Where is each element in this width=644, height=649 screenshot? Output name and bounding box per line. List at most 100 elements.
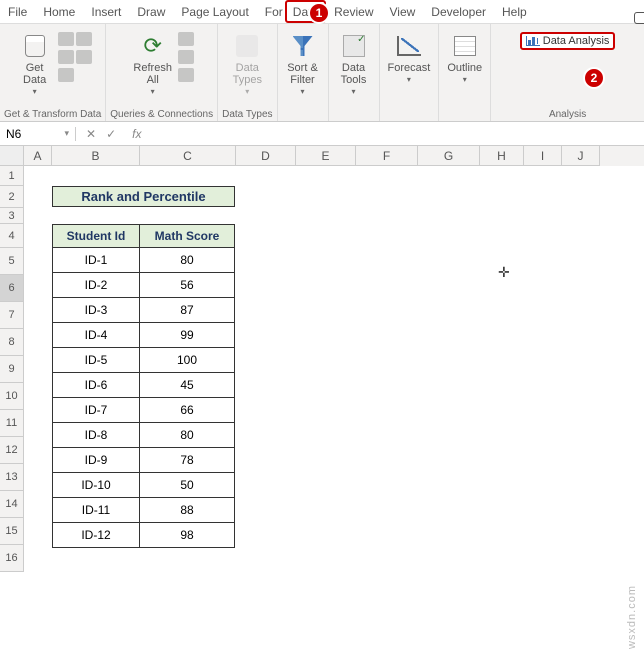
table-row[interactable]: ID-880 <box>53 423 235 448</box>
row-header-16[interactable]: 16 <box>0 545 24 572</box>
cell[interactable]: ID-6 <box>53 373 140 398</box>
cell[interactable]: ID-5 <box>53 348 140 373</box>
cell[interactable]: ID-8 <box>53 423 140 448</box>
queries-icon[interactable] <box>178 32 194 46</box>
from-web-icon[interactable] <box>58 50 74 64</box>
cell[interactable]: 80 <box>140 248 235 273</box>
table-row[interactable]: ID-1188 <box>53 498 235 523</box>
table-row[interactable]: ID-978 <box>53 448 235 473</box>
cell[interactable]: 100 <box>140 348 235 373</box>
table-row[interactable]: ID-645 <box>53 373 235 398</box>
title-cell[interactable]: Rank and Percentile <box>52 186 235 207</box>
cell[interactable]: 98 <box>140 523 235 548</box>
col-header-B[interactable]: B <box>52 146 140 166</box>
tab-page-layout[interactable]: Page Layout <box>173 0 256 23</box>
tab-draw[interactable]: Draw <box>129 0 173 23</box>
row-header-4[interactable]: 4 <box>0 224 24 248</box>
table-row[interactable]: ID-256 <box>53 273 235 298</box>
row-header-5[interactable]: 5 <box>0 248 24 275</box>
table-row[interactable]: ID-499 <box>53 323 235 348</box>
row-header-6[interactable]: 6 <box>0 275 24 302</box>
data-types-button[interactable]: Data Types ▾ <box>226 30 268 98</box>
get-data-button[interactable]: Get Data ▾ <box>14 30 56 98</box>
table-row[interactable]: ID-180 <box>53 248 235 273</box>
outline-button[interactable]: Outline ▾ <box>443 30 486 86</box>
row-header-15[interactable]: 15 <box>0 518 24 545</box>
fx-icon[interactable]: fx <box>126 127 141 141</box>
tab-for[interactable]: For <box>257 0 285 23</box>
cell[interactable]: ID-7 <box>53 398 140 423</box>
row-header-13[interactable]: 13 <box>0 464 24 491</box>
sort-filter-button[interactable]: Sort & Filter ▾ <box>282 30 324 98</box>
col-header-J[interactable]: J <box>562 146 600 166</box>
tab-view[interactable]: View <box>382 0 424 23</box>
table-row[interactable]: ID-387 <box>53 298 235 323</box>
name-box[interactable]: N6▾ <box>0 127 76 141</box>
edit-links-icon[interactable] <box>178 68 194 82</box>
table-header[interactable]: Student Id <box>53 225 140 248</box>
data-analysis-button[interactable]: Data Analysis <box>520 32 616 50</box>
enter-icon[interactable]: ✓ <box>106 127 116 141</box>
cell[interactable]: 80 <box>140 423 235 448</box>
callout-badge-1: 1 <box>308 2 330 24</box>
cell[interactable]: 45 <box>140 373 235 398</box>
from-table-icon[interactable] <box>58 68 74 82</box>
table-header[interactable]: Math Score <box>140 225 235 248</box>
cell[interactable]: ID-9 <box>53 448 140 473</box>
cell[interactable]: 88 <box>140 498 235 523</box>
col-header-E[interactable]: E <box>296 146 356 166</box>
recent-sources-icon[interactable] <box>76 32 92 46</box>
table-row[interactable]: ID-766 <box>53 398 235 423</box>
col-header-G[interactable]: G <box>418 146 480 166</box>
cell[interactable]: ID-4 <box>53 323 140 348</box>
col-header-D[interactable]: D <box>236 146 296 166</box>
row-header-12[interactable]: 12 <box>0 437 24 464</box>
cell[interactable]: 99 <box>140 323 235 348</box>
from-text-icon[interactable] <box>58 32 74 46</box>
tab-help[interactable]: Help <box>494 0 535 23</box>
table-row[interactable]: ID-1298 <box>53 523 235 548</box>
cell[interactable]: ID-2 <box>53 273 140 298</box>
col-header-C[interactable]: C <box>140 146 236 166</box>
cell[interactable]: 66 <box>140 398 235 423</box>
row-header-10[interactable]: 10 <box>0 383 24 410</box>
row-header-11[interactable]: 11 <box>0 410 24 437</box>
properties-icon[interactable] <box>178 50 194 64</box>
data-table[interactable]: Student IdMath ScoreID-180ID-256ID-387ID… <box>52 224 235 548</box>
cell[interactable]: ID-1 <box>53 248 140 273</box>
cell[interactable]: ID-11 <box>53 498 140 523</box>
cell[interactable]: 56 <box>140 273 235 298</box>
cell[interactable]: ID-10 <box>53 473 140 498</box>
tab-home[interactable]: Home <box>35 0 83 23</box>
data-tools-button[interactable]: Data Tools ▾ <box>333 30 375 98</box>
cells-area[interactable]: Rank and Percentile Student IdMath Score… <box>24 166 644 572</box>
existing-conn-icon[interactable] <box>76 50 92 64</box>
tab-file[interactable]: File <box>0 0 35 23</box>
table-row[interactable]: ID-5100 <box>53 348 235 373</box>
cell[interactable]: 50 <box>140 473 235 498</box>
row-header-9[interactable]: 9 <box>0 356 24 383</box>
chevron-down-icon: ▾ <box>64 128 69 139</box>
row-header-8[interactable]: 8 <box>0 329 24 356</box>
row-header-3[interactable]: 3 <box>0 208 24 224</box>
refresh-all-button[interactable]: ⟳ Refresh All ▾ <box>129 30 176 98</box>
cell[interactable]: 87 <box>140 298 235 323</box>
cancel-icon[interactable]: ✕ <box>86 127 96 141</box>
cell[interactable]: 78 <box>140 448 235 473</box>
tab-review[interactable]: Review <box>326 0 381 23</box>
col-header-H[interactable]: H <box>480 146 524 166</box>
select-all-corner[interactable] <box>0 146 24 166</box>
cell[interactable]: ID-3 <box>53 298 140 323</box>
tab-developer[interactable]: Developer <box>423 0 494 23</box>
col-header-F[interactable]: F <box>356 146 418 166</box>
forecast-button[interactable]: Forecast ▾ <box>384 30 435 86</box>
cell[interactable]: ID-12 <box>53 523 140 548</box>
row-header-7[interactable]: 7 <box>0 302 24 329</box>
row-header-1[interactable]: 1 <box>0 166 24 186</box>
tab-insert[interactable]: Insert <box>83 0 129 23</box>
row-header-2[interactable]: 2 <box>0 186 24 208</box>
table-row[interactable]: ID-1050 <box>53 473 235 498</box>
row-header-14[interactable]: 14 <box>0 491 24 518</box>
col-header-A[interactable]: A <box>24 146 52 166</box>
col-header-I[interactable]: I <box>524 146 562 166</box>
